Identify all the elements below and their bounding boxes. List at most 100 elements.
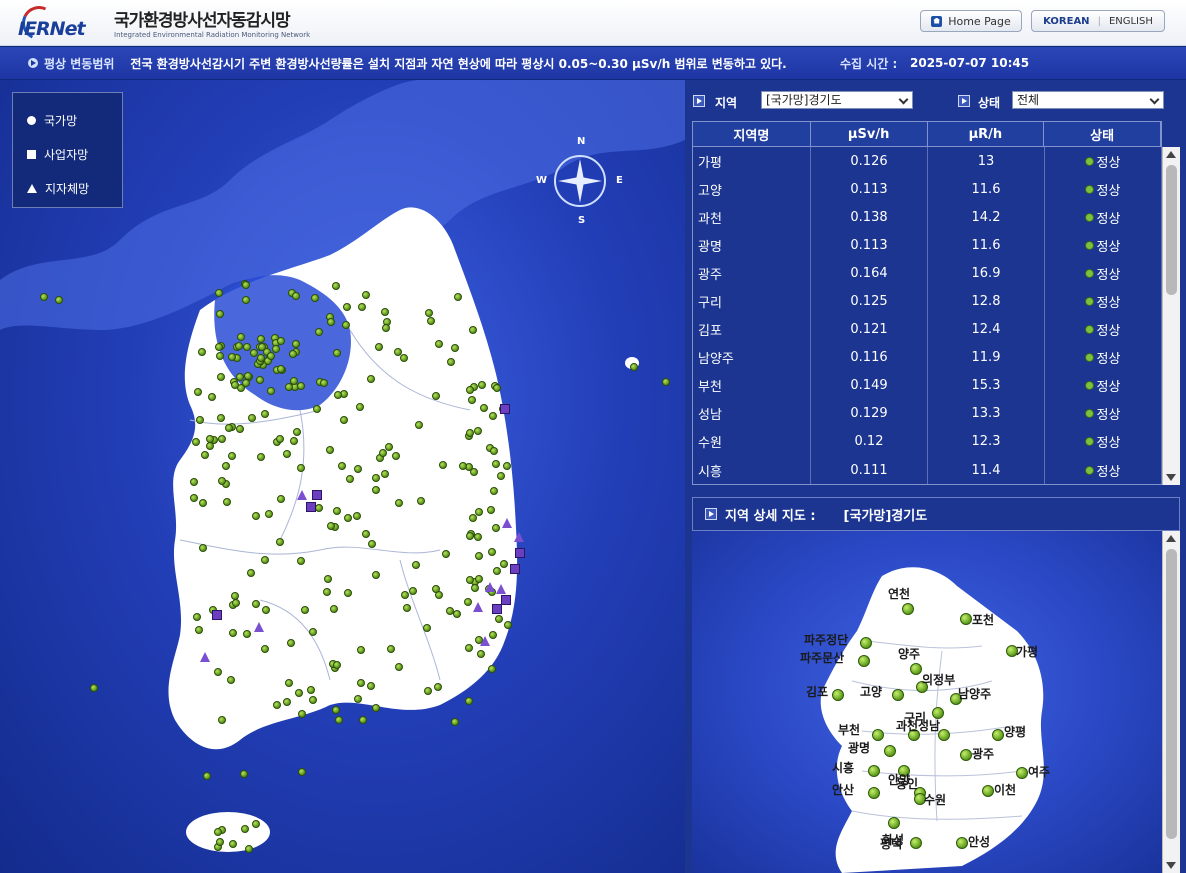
gyeonggi-map[interactable]: 연천 포천 파주정단 파주문산 양주 가평 고양 의정부 김포 남양주 구리 부천 과천 성남 양평 광명 광주…	[692, 531, 1162, 873]
national-station-marker[interactable]	[265, 509, 274, 518]
national-station-marker[interactable]	[55, 296, 63, 304]
table-row[interactable]: 성남 0.129 13.3 정상	[693, 399, 1162, 428]
national-station-marker[interactable]	[374, 343, 383, 352]
national-station-marker[interactable]	[203, 772, 211, 780]
national-station-marker[interactable]	[476, 649, 485, 658]
national-station-marker[interactable]	[315, 327, 324, 336]
status-select[interactable]: 전체	[1012, 91, 1164, 109]
local-station-marker[interactable]	[254, 622, 264, 632]
national-station-marker[interactable]	[465, 386, 474, 395]
site-marker[interactable]	[868, 787, 880, 799]
national-station-marker[interactable]	[332, 660, 341, 669]
lang-english-link[interactable]: ENGLISH	[1109, 16, 1153, 27]
national-station-marker[interactable]	[358, 715, 367, 724]
lang-korean-link[interactable]: KOREAN	[1043, 16, 1089, 27]
national-station-marker[interactable]	[343, 302, 352, 311]
national-station-marker[interactable]	[394, 662, 403, 671]
site-marker[interactable]	[860, 637, 872, 649]
national-station-marker[interactable]	[450, 717, 459, 726]
national-station-marker[interactable]	[466, 575, 475, 584]
national-station-marker[interactable]	[228, 629, 237, 637]
local-station-marker[interactable]	[473, 602, 483, 612]
scroll-thumb[interactable]	[1166, 165, 1177, 295]
site-marker[interactable]	[884, 745, 896, 757]
national-station-marker[interactable]	[227, 675, 236, 684]
national-station-marker[interactable]	[474, 532, 483, 541]
national-station-marker[interactable]	[334, 390, 343, 399]
header-usv[interactable]: μSv/h	[811, 122, 928, 146]
table-row[interactable]: 부천 0.149 15.3 정상	[693, 371, 1162, 400]
business-station-marker[interactable]	[510, 564, 520, 574]
national-station-marker[interactable]	[357, 678, 366, 687]
table-row[interactable]: 김포 0.121 12.4 정상	[693, 315, 1162, 344]
national-station-marker[interactable]	[192, 612, 201, 621]
national-station-marker[interactable]	[40, 293, 48, 301]
national-station-marker[interactable]	[275, 537, 284, 546]
national-station-marker[interactable]	[247, 413, 256, 422]
scroll-up-icon[interactable]	[1166, 535, 1176, 542]
national-station-marker[interactable]	[213, 827, 222, 836]
national-station-marker[interactable]	[213, 667, 222, 676]
local-station-marker[interactable]	[200, 652, 210, 662]
national-station-marker[interactable]	[453, 292, 462, 301]
scroll-up-icon[interactable]	[1166, 151, 1176, 158]
national-station-marker[interactable]	[356, 645, 365, 654]
national-station-marker[interactable]	[228, 352, 237, 361]
national-station-marker[interactable]	[366, 374, 375, 383]
national-station-marker[interactable]	[491, 524, 500, 533]
national-station-marker[interactable]	[470, 467, 479, 476]
national-station-marker[interactable]	[329, 605, 338, 614]
site-marker[interactable]	[888, 817, 900, 829]
national-station-marker[interactable]	[367, 539, 376, 548]
site-marker[interactable]	[982, 785, 994, 797]
national-station-marker[interactable]	[282, 697, 291, 706]
site-marker[interactable]	[910, 663, 922, 675]
national-station-marker[interactable]	[503, 621, 512, 630]
business-station-marker[interactable]	[312, 490, 322, 500]
site-marker[interactable]	[872, 729, 884, 741]
table-row[interactable]: 고양 0.113 11.6 정상	[693, 175, 1162, 204]
national-station-marker[interactable]	[197, 347, 206, 356]
national-station-marker[interactable]	[205, 434, 214, 443]
national-station-marker[interactable]	[353, 694, 362, 703]
national-station-marker[interactable]	[207, 392, 216, 401]
national-station-marker[interactable]	[380, 307, 389, 316]
national-station-marker[interactable]	[221, 461, 230, 470]
national-station-marker[interactable]	[380, 469, 389, 478]
national-station-marker[interactable]	[217, 715, 226, 724]
site-marker[interactable]	[992, 729, 1004, 741]
national-station-marker[interactable]	[496, 472, 505, 481]
national-station-marker[interactable]	[256, 453, 265, 462]
national-station-marker[interactable]	[434, 682, 443, 691]
scroll-down-icon[interactable]	[1166, 862, 1176, 869]
national-station-marker[interactable]	[423, 686, 432, 695]
site-marker[interactable]	[832, 689, 844, 701]
korea-map[interactable]: 국가망 사업자망 지자체망 N S E W	[0, 80, 685, 873]
header-status[interactable]: 상태	[1044, 122, 1161, 146]
national-station-marker[interactable]	[242, 630, 251, 639]
national-station-marker[interactable]	[468, 513, 477, 522]
national-station-marker[interactable]	[489, 446, 498, 455]
table-row[interactable]: 구리 0.125 12.8 정상	[693, 287, 1162, 316]
national-station-marker[interactable]	[361, 290, 370, 299]
national-station-marker[interactable]	[366, 682, 375, 690]
site-marker[interactable]	[960, 749, 972, 761]
national-station-marker[interactable]	[308, 627, 317, 636]
site-marker[interactable]	[960, 613, 972, 625]
business-station-marker[interactable]	[515, 548, 525, 558]
national-station-marker[interactable]	[417, 496, 426, 505]
header-ur[interactable]: μR/h	[928, 122, 1045, 146]
table-row[interactable]: 광명 0.113 11.6 정상	[693, 231, 1162, 260]
national-station-marker[interactable]	[371, 474, 380, 483]
logo[interactable]: IERNet 국가환경방사선자동감시망 Integrated Environme…	[14, 1, 310, 45]
national-station-marker[interactable]	[371, 570, 380, 579]
national-station-marker[interactable]	[217, 435, 226, 444]
local-station-marker[interactable]	[485, 582, 495, 592]
national-station-marker[interactable]	[300, 605, 309, 614]
local-station-marker[interactable]	[502, 518, 512, 528]
national-station-marker[interactable]	[240, 825, 249, 834]
national-station-marker[interactable]	[307, 685, 316, 694]
national-station-marker[interactable]	[320, 378, 329, 387]
table-row[interactable]: 가평 0.126 13 정상	[693, 147, 1162, 176]
business-station-marker[interactable]	[306, 502, 316, 512]
